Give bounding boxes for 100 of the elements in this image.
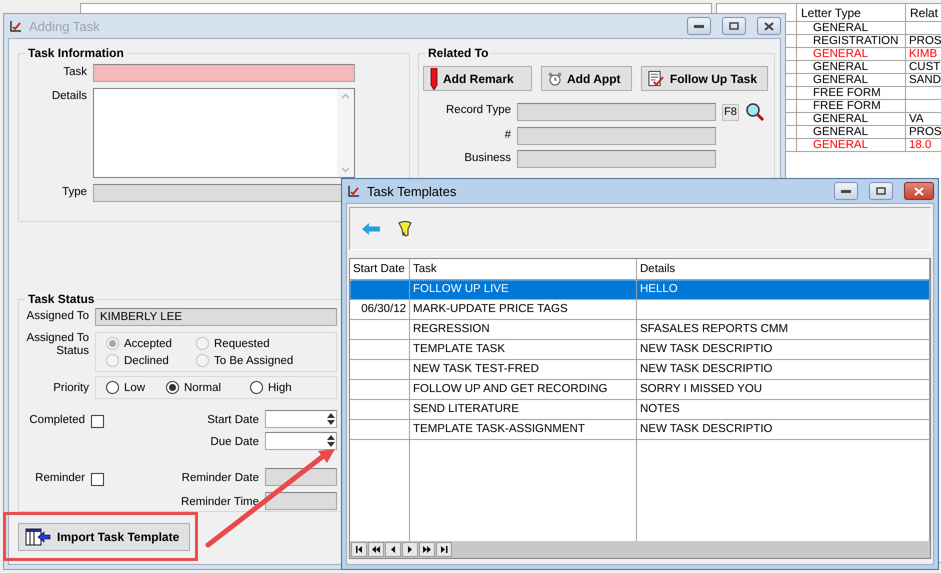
table-cell: KIMB	[906, 48, 941, 60]
last-button[interactable]	[436, 542, 452, 557]
toolbar-button[interactable]: Add Remark	[423, 66, 532, 91]
close-button[interactable]	[757, 17, 781, 35]
next-button[interactable]	[402, 542, 418, 557]
assigned-to-field[interactable]: KIMBERLY LEE	[95, 308, 337, 326]
close-button[interactable]	[904, 182, 934, 200]
toolbar-button[interactable]: Follow Up Task	[641, 66, 768, 91]
table-row[interactable]: TEMPLATE TASK-ASSIGNMENT NEW TASK DESCRIPTIO	[350, 420, 930, 440]
table-row[interactable]: FOLLOW UP LIVE HELLO	[350, 280, 930, 300]
field-label: Details	[50, 89, 87, 104]
table-cell: 18.0	[906, 139, 941, 151]
table-row[interactable]: REGRESSION SFASALES REPORTS CMM	[350, 320, 930, 340]
table-cell: REGRESSION	[410, 320, 637, 339]
group-title: Task Status	[27, 292, 96, 306]
toolbar-button[interactable]: Add Appt	[541, 66, 632, 91]
group-title: Task Information	[27, 46, 125, 60]
radio-button[interactable]: High	[250, 381, 326, 394]
minimize-button[interactable]	[687, 17, 711, 35]
table-row[interactable]: NEW TASK TEST-FRED NEW TASK DESCRIPTIO	[350, 360, 930, 380]
table-cell: NEW TASK TEST-FRED	[410, 360, 637, 379]
checkbox[interactable]	[91, 415, 104, 428]
back-arrow-icon[interactable]	[362, 222, 380, 234]
input-field[interactable]	[93, 64, 355, 82]
spin-down-icon[interactable]	[327, 420, 335, 426]
radio-button[interactable]: Normal	[166, 381, 250, 394]
radio-button[interactable]: Low	[106, 381, 166, 394]
maximize-icon	[729, 22, 739, 30]
column-header[interactable]: Letter Type	[797, 4, 906, 21]
table-cell: TEMPLATE TASK	[410, 340, 637, 359]
pencil-icon	[430, 68, 438, 90]
date-field[interactable]	[265, 432, 337, 450]
checkbox-label: Completed	[28, 413, 85, 428]
radio-indicator[interactable]	[166, 381, 179, 394]
field-label: Priority	[52, 381, 89, 396]
table-row[interactable]: 06/30/12 MARK-UPDATE PRICE TAGS	[350, 300, 930, 320]
maximize-button[interactable]	[722, 17, 746, 35]
field-label: Reminder Date	[180, 471, 259, 486]
import-table-icon	[25, 527, 51, 547]
radio-indicator[interactable]	[250, 381, 263, 394]
table-cell: VA	[906, 113, 941, 125]
prev-icon	[388, 545, 398, 554]
maximize-button[interactable]	[869, 182, 893, 200]
field-label: Business	[463, 151, 511, 166]
table-cell: NEW TASK DESCRIPTIO	[637, 340, 930, 359]
minimize-icon	[694, 24, 704, 28]
checklist-icon	[648, 70, 665, 88]
checkmark-icon	[10, 20, 22, 32]
table-cell: PROS	[906, 126, 941, 138]
prev-page-icon	[372, 545, 380, 554]
close-icon	[764, 22, 774, 30]
table-cell: MARK-UPDATE PRICE TAGS	[410, 300, 637, 319]
column-header[interactable]: Details	[637, 259, 930, 279]
window-title: Task Templates	[367, 184, 458, 198]
minimize-button[interactable]	[834, 182, 858, 200]
prev-button[interactable]	[385, 542, 401, 557]
date-field[interactable]	[265, 410, 337, 428]
next-page-icon	[422, 545, 432, 554]
table-row[interactable]: SEND LITERATURE NOTES	[350, 400, 930, 420]
field-label: Due Date	[209, 435, 259, 450]
alarm-clock-icon	[548, 72, 562, 86]
column-header[interactable]: Start Date	[350, 259, 410, 279]
funnel-icon[interactable]	[398, 220, 412, 236]
field-label: Assigned To	[26, 309, 89, 324]
table-cell: FREE FORM	[797, 100, 906, 112]
checkbox[interactable]	[91, 473, 104, 486]
maximize-icon	[876, 187, 886, 195]
table-cell: SEND LITERATURE	[410, 400, 637, 419]
table-cell: FOLLOW UP AND GET RECORDING	[410, 380, 637, 399]
radio-indicator[interactable]	[106, 381, 119, 394]
first-button[interactable]	[351, 542, 367, 557]
table-cell: GENERAL	[797, 126, 906, 138]
table-cell: PROS	[906, 35, 941, 47]
table-cell: GENERAL	[797, 22, 906, 34]
table-cell: REGISTRATION	[797, 35, 906, 47]
next-icon	[406, 545, 414, 554]
next-page-button[interactable]	[419, 542, 435, 557]
field-label: Task	[62, 65, 87, 80]
field-label: #	[504, 128, 511, 143]
spin-up-icon[interactable]	[327, 412, 335, 418]
import-task-template-button[interactable]: Import Task Template	[18, 523, 190, 551]
search-icon[interactable]	[745, 102, 765, 122]
group-title: Related To	[427, 46, 490, 60]
table-row[interactable]: FOLLOW UP AND GET RECORDING SORRY I MISSED YOU	[350, 380, 930, 400]
table-cell: GENERAL	[797, 113, 906, 125]
minimize-icon	[841, 189, 851, 193]
table-cell: FREE FORM	[797, 87, 906, 99]
field-label: Assigned To Status	[26, 332, 89, 358]
spin-up-icon[interactable]	[327, 434, 335, 440]
last-icon	[440, 545, 448, 554]
table-cell: SORRY I MISSED YOU	[637, 380, 930, 399]
column-header[interactable]: Relat	[906, 4, 941, 21]
table-cell: 06/30/12	[350, 300, 410, 319]
table-cell: SAND	[906, 74, 941, 86]
column-header[interactable]: Task	[410, 259, 637, 279]
lookup-key-button[interactable]: F8	[722, 104, 739, 120]
table-cell: FOLLOW UP LIVE	[410, 280, 637, 299]
table-row[interactable]: TEMPLATE TASK NEW TASK DESCRIPTIO	[350, 340, 930, 360]
table-cell: GENERAL	[797, 48, 906, 60]
prev-page-button[interactable]	[368, 542, 384, 557]
